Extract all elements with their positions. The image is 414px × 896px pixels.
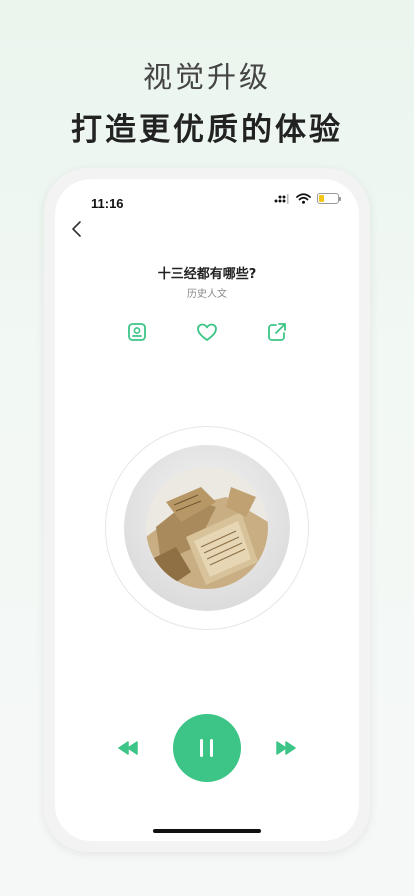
promo-subtitle: 视觉升级 — [142, 60, 271, 94]
home-indicator — [153, 829, 261, 833]
track-title: 十三经都有哪些? — [157, 267, 257, 282]
wifi-icon — [296, 193, 311, 204]
heart-icon[interactable] — [195, 320, 219, 344]
phone-screen: 11:16 十三经都有哪些? 历史人文 — [55, 179, 359, 841]
signal-icon — [274, 193, 289, 204]
album-cover-image — [146, 467, 268, 589]
rewind-icon[interactable] — [116, 736, 140, 760]
pause-icon — [200, 739, 213, 757]
battery-icon — [317, 193, 341, 204]
pause-button[interactable] — [173, 714, 241, 782]
back-icon[interactable] — [65, 217, 89, 241]
status-icons — [274, 193, 341, 204]
phone-frame: 11:16 十三经都有哪些? 历史人文 — [44, 168, 370, 852]
track-category: 历史人文 — [187, 289, 227, 300]
status-time: 11:16 — [91, 196, 124, 211]
image-icon[interactable] — [125, 320, 149, 344]
fast-forward-icon[interactable] — [274, 736, 298, 760]
share-icon[interactable] — [265, 320, 289, 344]
promo-title: 打造更优质的体验 — [71, 112, 343, 148]
